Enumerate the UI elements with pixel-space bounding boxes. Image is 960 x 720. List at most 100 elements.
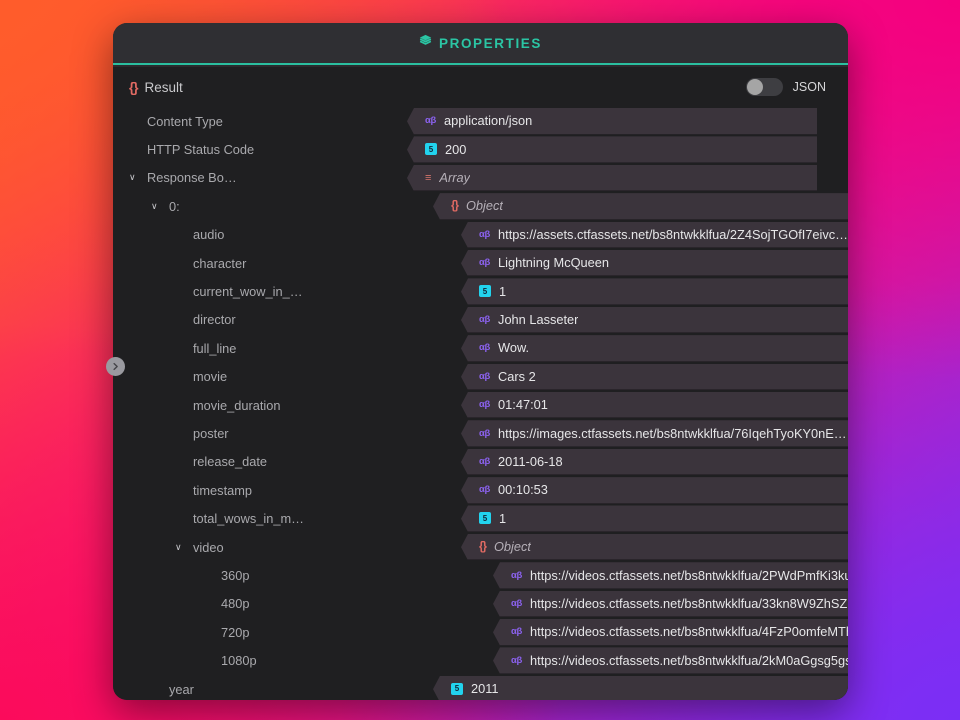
property-key: ∨release_date bbox=[175, 454, 267, 469]
property-value-text: https://videos.ctfassets.net/bs8ntwkklfu… bbox=[530, 624, 848, 639]
property-row[interactable]: ∨audioαβhttps://assets.ctfassets.net/bs8… bbox=[113, 221, 848, 249]
property-value[interactable]: 51 bbox=[461, 505, 848, 532]
property-value[interactable]: αβhttps://videos.ctfassets.net/bs8ntwkkl… bbox=[493, 591, 848, 618]
string-type-icon: αβ bbox=[511, 598, 522, 609]
json-toggle-group[interactable]: JSON bbox=[746, 78, 826, 96]
property-value[interactable]: 51 bbox=[461, 278, 848, 305]
property-key-label: 480p bbox=[221, 596, 249, 611]
property-key-label: 0: bbox=[169, 199, 180, 214]
layers-icon bbox=[419, 34, 432, 52]
string-type-icon: αβ bbox=[479, 257, 490, 268]
property-value[interactable]: αβ https://assets.ctfassets.net/bs8ntwkkl… bbox=[461, 222, 848, 249]
property-value[interactable]: {}Object bbox=[433, 193, 848, 220]
property-row[interactable]: ∨current_wow_in_…51 bbox=[113, 277, 848, 305]
property-value[interactable]: αβhttps://videos.ctfassets.net/bs8ntwkkl… bbox=[493, 647, 848, 674]
string-type-icon: αβ bbox=[479, 428, 490, 439]
property-key-label: 1080p bbox=[221, 653, 257, 668]
property-row[interactable]: ∨Content Typeαβapplication/json bbox=[113, 107, 848, 135]
property-row[interactable]: ∨HTTP Status Code5200 bbox=[113, 135, 848, 163]
expand-caret-icon[interactable]: ∨ bbox=[175, 543, 188, 552]
property-key: ∨movie bbox=[175, 369, 227, 384]
property-key-label: timestamp bbox=[193, 483, 252, 498]
property-key-label: HTTP Status Code bbox=[147, 142, 254, 157]
property-value-text: Array bbox=[439, 170, 470, 185]
property-value[interactable]: αβ01:47:01 bbox=[461, 392, 848, 419]
property-key-label: current_wow_in_… bbox=[193, 284, 303, 299]
property-value[interactable]: 52011 bbox=[433, 676, 848, 700]
property-row[interactable]: ∨720pαβhttps://videos.ctfassets.net/bs8n… bbox=[113, 618, 848, 646]
property-key: ∨movie_duration bbox=[175, 398, 281, 413]
property-row[interactable]: ∨poster αβ https://images.ctfassets.net/bs… bbox=[113, 419, 848, 447]
property-value[interactable]: αβhttps://videos.ctfassets.net/bs8ntwkkl… bbox=[493, 619, 848, 646]
property-value-text: Lightning McQueen bbox=[498, 255, 609, 270]
property-value[interactable]: αβWow. bbox=[461, 335, 848, 362]
property-value-text: https://assets.ctfassets.net/bs8ntwkklfu… bbox=[498, 227, 848, 242]
property-value[interactable]: αβ Lightning McQueen bbox=[461, 250, 848, 277]
object-type-icon: {} bbox=[479, 541, 486, 553]
property-value[interactable]: αβhttps://videos.ctfassets.net/bs8ntwkkl… bbox=[493, 562, 848, 589]
property-value-text: 2011-06-18 bbox=[498, 454, 563, 469]
property-value[interactable]: αβ00:10:53 bbox=[461, 477, 848, 504]
property-key: ∨poster bbox=[175, 426, 229, 441]
expand-caret-icon[interactable]: ∨ bbox=[151, 202, 164, 211]
property-value-text: 01:47:01 bbox=[498, 397, 548, 412]
property-value-text: Object bbox=[466, 198, 503, 213]
string-type-icon: αβ bbox=[479, 484, 490, 495]
properties-window: PROPERTIES {} Result JSON ∨ Content Type α… bbox=[113, 23, 848, 700]
panel-collapse-handle[interactable] bbox=[106, 357, 125, 376]
array-type-icon: ≡ bbox=[425, 172, 431, 184]
property-value[interactable]: ≡ Array bbox=[407, 165, 817, 192]
property-value[interactable]: αβapplication/json bbox=[407, 108, 817, 135]
property-key: ∨ video bbox=[175, 540, 224, 555]
property-row[interactable]: ∨director αβJohn Lasseter bbox=[113, 306, 848, 334]
window-title: PROPERTIES bbox=[439, 36, 542, 51]
property-key: ∨360p bbox=[203, 568, 249, 583]
property-row[interactable]: ∨360p αβhttps://videos.ctfassets.net/bs8n… bbox=[113, 561, 848, 589]
property-key: ∨ 0: bbox=[151, 199, 180, 214]
string-type-icon: αβ bbox=[479, 456, 490, 467]
property-value-text: 1 bbox=[499, 284, 506, 299]
property-value-text: 200 bbox=[445, 142, 466, 157]
property-row[interactable]: ∨timestampαβ00:10:53 bbox=[113, 476, 848, 504]
property-key-label: movie bbox=[193, 369, 227, 384]
string-type-icon: αβ bbox=[479, 371, 490, 382]
property-key: ∨total_wows_in_m… bbox=[175, 511, 304, 526]
string-type-icon: αβ bbox=[511, 655, 522, 666]
expand-caret-icon[interactable]: ∨ bbox=[129, 173, 142, 182]
result-header: {} Result JSON bbox=[113, 67, 848, 107]
property-key-label: audio bbox=[193, 227, 224, 242]
property-row[interactable]: ∨movie_duration αβ01:47:01 bbox=[113, 391, 848, 419]
property-key: ∨director bbox=[175, 312, 236, 327]
property-key-label: character bbox=[193, 256, 246, 271]
property-row[interactable]: ∨Response Bo…≡Array bbox=[113, 164, 848, 192]
property-key-label: 720p bbox=[221, 625, 249, 640]
property-row[interactable]: ∨full_lineαβWow. bbox=[113, 334, 848, 362]
property-value[interactable]: {}Object bbox=[461, 534, 848, 561]
json-toggle-switch[interactable] bbox=[746, 78, 783, 96]
property-row[interactable]: ∨year52011 bbox=[113, 675, 848, 700]
string-type-icon: αβ bbox=[511, 570, 522, 581]
property-row[interactable]: ∨1080pαβhttps://videos.ctfassets.net/bs8… bbox=[113, 646, 848, 674]
property-row[interactable]: ∨movie αβ Cars 2 bbox=[113, 363, 848, 391]
property-row[interactable]: ∨characterαβLightning McQueen bbox=[113, 249, 848, 277]
property-key-label: video bbox=[193, 540, 224, 555]
property-value-text: https://images.ctfassets.net/bs8ntwkklfu… bbox=[498, 426, 847, 441]
property-row[interactable]: ∨480p αβhttps://videos.ctfassets.net/bs8n… bbox=[113, 590, 848, 618]
property-value[interactable]: αβ https://images.ctfassets.net/bs8ntwkkl… bbox=[461, 420, 848, 447]
property-key: ∨480p bbox=[203, 596, 249, 611]
property-value[interactable]: αβ Cars 2 bbox=[461, 364, 848, 391]
property-row[interactable]: ∨ 0: {}Object bbox=[113, 192, 848, 220]
property-key-label: Content Type bbox=[147, 114, 223, 129]
property-value[interactable]: αβJohn Lasseter bbox=[461, 307, 848, 334]
property-value-text: application/json bbox=[444, 113, 532, 128]
property-key-label: poster bbox=[193, 426, 229, 441]
property-key-label: full_line bbox=[193, 341, 236, 356]
property-row[interactable]: ∨ video {}Object bbox=[113, 533, 848, 561]
string-type-icon: αβ bbox=[479, 229, 490, 240]
property-key-label: total_wows_in_m… bbox=[193, 511, 304, 526]
property-row[interactable]: ∨release_date αβ 2011-06-18 bbox=[113, 448, 848, 476]
property-value[interactable]: αβ 2011-06-18 bbox=[461, 449, 848, 476]
property-row[interactable]: ∨total_wows_in_m… 51 bbox=[113, 504, 848, 532]
property-value-text: Cars 2 bbox=[498, 369, 536, 384]
property-value[interactable]: 5200 bbox=[407, 136, 817, 163]
